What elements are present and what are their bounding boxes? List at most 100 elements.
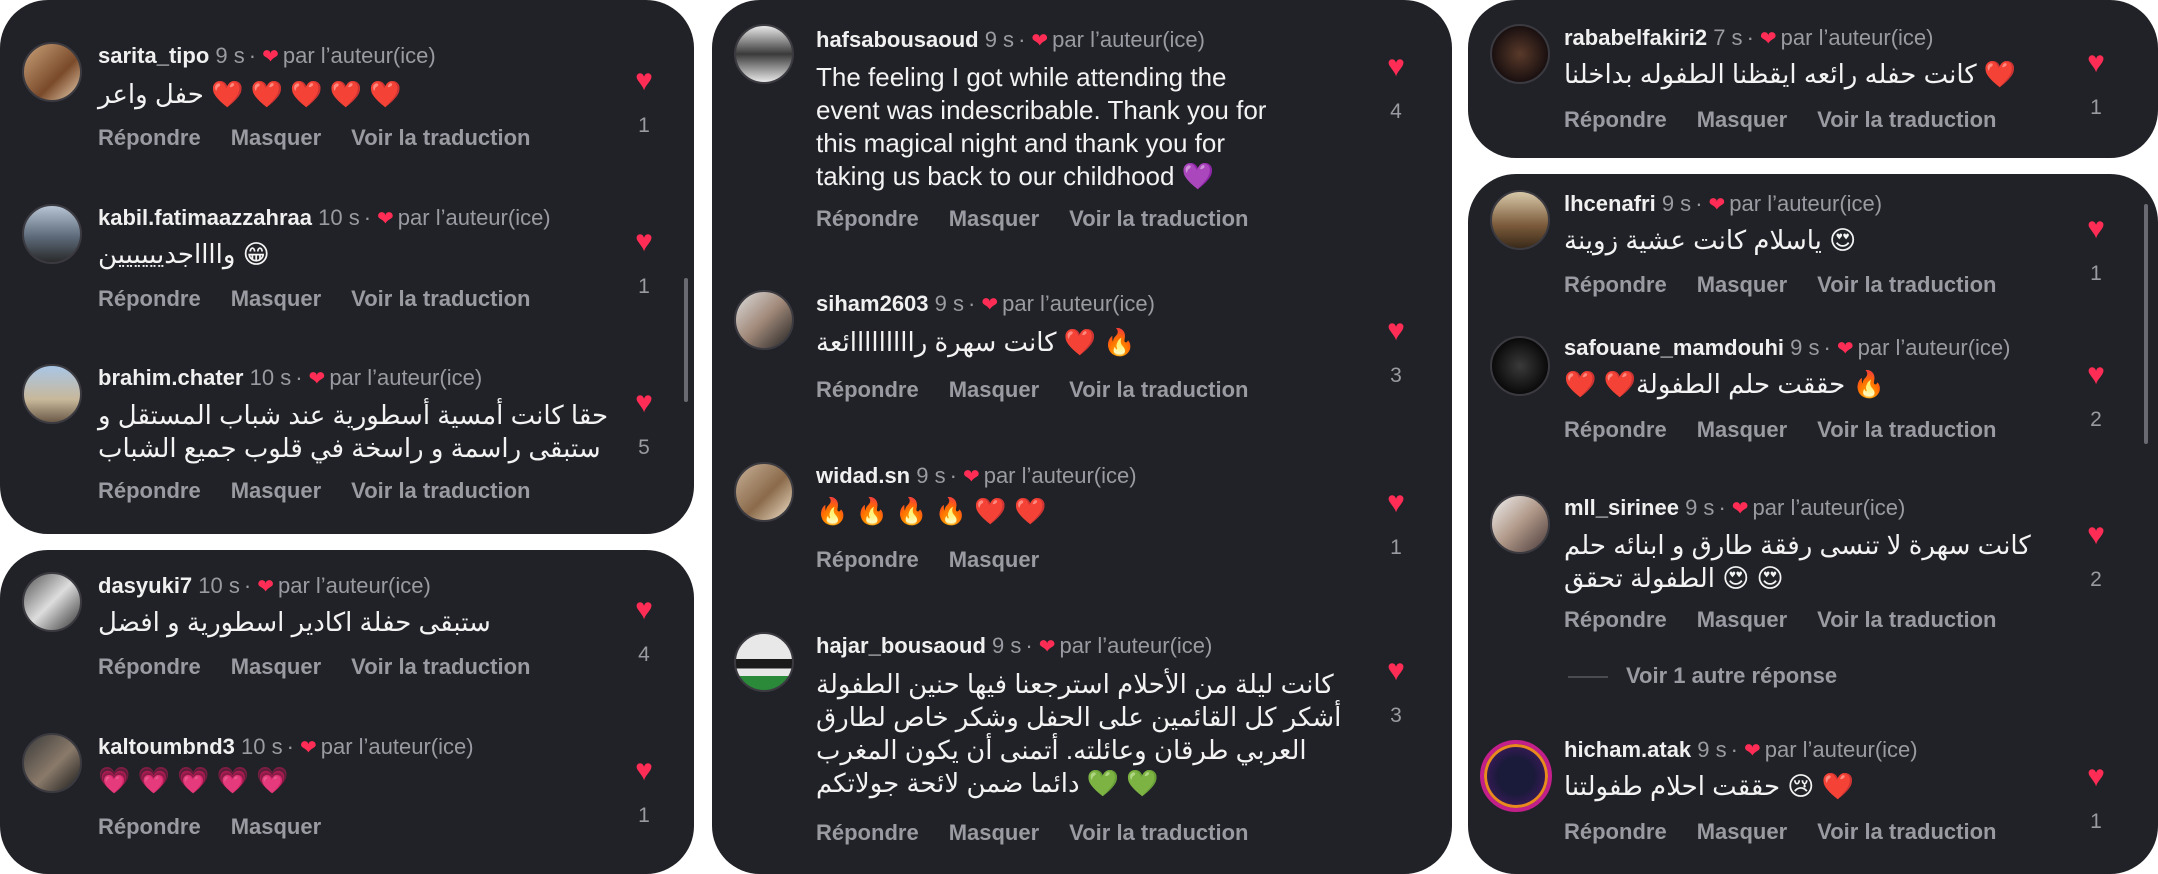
avatar[interactable] (1490, 336, 1550, 396)
hide-button[interactable]: Masquer (231, 125, 321, 150)
like-heart-icon[interactable]: ♥ (624, 595, 664, 625)
username[interactable]: hafsabousaoud (816, 27, 979, 52)
like-control: ♥ 1 (624, 227, 664, 299)
hide-button[interactable]: Masquer (1697, 107, 1787, 132)
username[interactable]: sarita_tipo (98, 43, 209, 68)
avatar[interactable] (734, 462, 794, 522)
hide-button[interactable]: Masquer (949, 377, 1039, 402)
avatar[interactable] (1490, 494, 1550, 554)
translate-button[interactable]: Voir la traduction (1817, 819, 1996, 844)
username[interactable]: hajar_bousaoud (816, 633, 986, 658)
like-heart-icon[interactable]: ♥ (2076, 214, 2116, 244)
like-heart-icon[interactable]: ♥ (2076, 762, 2116, 792)
like-heart-icon[interactable]: ♥ (624, 66, 664, 96)
author-heart-icon: ❤ (962, 466, 980, 488)
like-heart-icon[interactable]: ♥ (1376, 488, 1416, 518)
like-control: ♥ 5 (624, 388, 664, 460)
translate-button[interactable]: Voir la traduction (1817, 417, 1996, 442)
avatar[interactable] (1480, 740, 1552, 812)
translate-button[interactable]: Voir la traduction (1069, 377, 1248, 402)
translate-button[interactable]: Voir la traduction (351, 654, 530, 679)
username[interactable]: dasyuki7 (98, 573, 192, 598)
avatar[interactable] (22, 42, 82, 102)
reply-button[interactable]: Répondre (98, 814, 201, 839)
like-count: 1 (2090, 810, 2102, 833)
hide-button[interactable]: Masquer (1697, 819, 1787, 844)
hide-button[interactable]: Masquer (231, 814, 321, 839)
reply-button[interactable]: Répondre (1564, 607, 1667, 632)
translate-button[interactable]: Voir la traduction (351, 286, 530, 311)
timestamp: 9 s (1685, 495, 1715, 520)
avatar[interactable] (734, 290, 794, 350)
translate-button[interactable]: Voir la traduction (351, 125, 530, 150)
reply-button[interactable]: Répondre (1564, 272, 1667, 297)
username[interactable]: widad.sn (816, 463, 910, 488)
author-heart-icon: ❤ (1759, 28, 1777, 50)
username[interactable]: rababelfakiri2 (1564, 25, 1707, 50)
comments-panel-3: hafsabousaoud 9 s · ❤ par l’auteur(ice) The… (712, 0, 1452, 874)
translate-button[interactable]: Voir la traduction (1069, 206, 1248, 231)
reply-button[interactable]: Répondre (816, 377, 919, 402)
like-heart-icon[interactable]: ♥ (2076, 360, 2116, 390)
reply-button[interactable]: Répondre (1564, 819, 1667, 844)
reply-button[interactable]: Répondre (98, 125, 201, 150)
username[interactable]: safouane_mamdouhi (1564, 335, 1784, 360)
comments-panel-2: dasyuki7 10 s · ❤ par l’auteur(ice) ستبقى ح… (0, 550, 694, 874)
avatar[interactable] (22, 733, 82, 793)
hide-button[interactable]: Masquer (949, 820, 1039, 845)
translate-button[interactable]: Voir la traduction (351, 478, 530, 503)
hide-button[interactable]: Masquer (1697, 417, 1787, 442)
hide-button[interactable]: Masquer (231, 654, 321, 679)
reply-button[interactable]: Répondre (816, 206, 919, 231)
hide-button[interactable]: Masquer (231, 478, 321, 503)
username[interactable]: siham2603 (816, 291, 929, 316)
like-heart-icon[interactable]: ♥ (624, 227, 664, 257)
translate-button[interactable]: Voir la traduction (1817, 607, 1996, 632)
username[interactable]: kabil.fatimaazzahraa (98, 205, 312, 230)
translate-button[interactable]: Voir la traduction (1817, 107, 1996, 132)
author-heart-icon: ❤ (1038, 636, 1056, 658)
reply-button[interactable]: Répondre (98, 478, 201, 503)
username[interactable]: mll_sirinee (1564, 495, 1679, 520)
hide-button[interactable]: Masquer (231, 286, 321, 311)
avatar[interactable] (1490, 190, 1550, 250)
reply-button[interactable]: Répondre (816, 820, 919, 845)
username[interactable]: hicham.atak (1564, 737, 1691, 762)
like-heart-icon[interactable]: ♥ (2076, 48, 2116, 78)
reply-button[interactable]: Répondre (98, 654, 201, 679)
like-heart-icon[interactable]: ♥ (1376, 656, 1416, 686)
translate-button[interactable]: Voir la traduction (1069, 820, 1248, 845)
scrollbar[interactable] (2144, 204, 2148, 444)
liked-by-author-label: par l’auteur(ice) (1059, 633, 1213, 658)
like-heart-icon[interactable]: ♥ (624, 388, 664, 418)
hide-button[interactable]: Masquer (1697, 272, 1787, 297)
username[interactable]: brahim.chater (98, 365, 244, 390)
liked-by-author-label: par l’auteur(ice) (397, 205, 551, 230)
hide-button[interactable]: Masquer (1697, 607, 1787, 632)
username[interactable]: lhcenafri (1564, 191, 1656, 216)
comment-actions: Répondre Masquer Voir la traduction (1564, 272, 2026, 298)
like-heart-icon[interactable]: ♥ (624, 756, 664, 786)
avatar[interactable] (734, 24, 794, 84)
avatar[interactable] (734, 632, 794, 692)
username[interactable]: kaltoumbnd3 (98, 734, 235, 759)
like-heart-icon[interactable]: ♥ (2076, 520, 2116, 550)
like-control: ♥ 1 (2076, 48, 2116, 120)
avatar[interactable] (22, 572, 82, 632)
reply-button[interactable]: Répondre (816, 547, 919, 572)
hide-button[interactable]: Masquer (949, 547, 1039, 572)
reply-button[interactable]: Répondre (1564, 107, 1667, 132)
like-control: ♥ 2 (2076, 360, 2116, 432)
avatar[interactable] (22, 204, 82, 264)
avatar[interactable] (22, 364, 82, 424)
like-heart-icon[interactable]: ♥ (1376, 316, 1416, 346)
like-heart-icon[interactable]: ♥ (1376, 52, 1416, 82)
reply-button[interactable]: Répondre (98, 286, 201, 311)
hide-button[interactable]: Masquer (949, 206, 1039, 231)
view-more-replies-button[interactable]: Voir 1 autre réponse (1568, 663, 1837, 689)
scrollbar[interactable] (684, 278, 688, 402)
comment-actions: Répondre Masquer Voir la traduction (816, 377, 1278, 403)
translate-button[interactable]: Voir la traduction (1817, 272, 1996, 297)
avatar[interactable] (1490, 24, 1550, 84)
reply-button[interactable]: Répondre (1564, 417, 1667, 442)
